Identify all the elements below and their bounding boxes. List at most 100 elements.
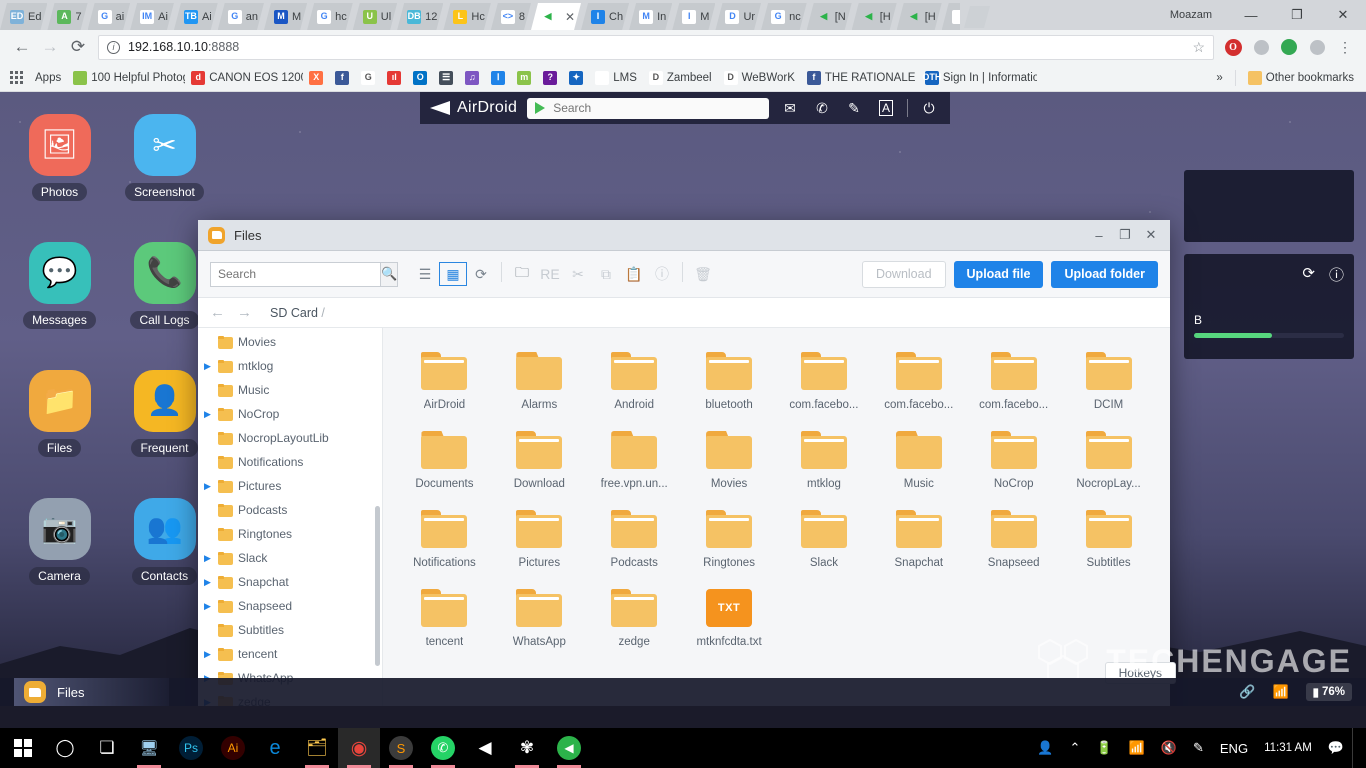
show-desktop-button[interactable] (1352, 728, 1360, 768)
new-tab-button[interactable] (964, 6, 990, 28)
browser-tab[interactable]: TB Ai (174, 3, 218, 30)
call-icon[interactable]: ✆ (811, 100, 833, 117)
browser-tab[interactable]: MM (264, 3, 307, 30)
wifi-icon[interactable]: 📶 (1272, 684, 1288, 700)
tree-node[interactable]: ▶ NocropLayoutLib (198, 426, 382, 450)
folder-item[interactable]: Podcasts (587, 504, 682, 575)
browser-tab[interactable]: M In (629, 3, 672, 30)
browser-tab[interactable]: ◀ [H (852, 3, 897, 30)
note-icon[interactable]: ✎ (843, 100, 865, 117)
files-close-button[interactable]: ✕ (1138, 222, 1164, 248)
taskbar-edge-icon[interactable]: e (254, 728, 296, 768)
taskbar-settings-icon[interactable]: ✾ (506, 728, 548, 768)
browser-tab[interactable]: Ghc (307, 3, 353, 30)
taskbar-sublime-icon[interactable]: S (380, 728, 422, 768)
upload-file-button[interactable]: Upload file (953, 260, 1044, 288)
tree-node[interactable]: ▶ tencent (198, 642, 382, 666)
taskbar-illustrator-icon[interactable]: Ai (212, 728, 254, 768)
folder-item[interactable]: com.facebo... (871, 346, 966, 417)
close-button[interactable]: ✕ (1320, 0, 1366, 30)
folder-item[interactable]: Download (492, 425, 587, 496)
tree-node[interactable]: ▶ Movies (198, 330, 382, 354)
folder-item[interactable]: com.facebo... (777, 346, 872, 417)
taskbar-task-view-icon[interactable]: ❏ (86, 728, 128, 768)
expand-caret-icon[interactable]: ▶ (204, 361, 213, 372)
bookmarks-overflow[interactable]: » (1210, 70, 1228, 86)
bookmark-item[interactable]: O (407, 69, 433, 87)
folder-item[interactable]: Snapchat (871, 504, 966, 575)
files-search-input[interactable] (210, 261, 380, 287)
bookmark-apps[interactable]: Apps (29, 70, 67, 86)
bookmark-item[interactable]: X (303, 69, 329, 87)
home-app-call-logs[interactable]: 📞 Call Logs (125, 242, 204, 329)
tree-node[interactable]: ▶ Music (198, 378, 382, 402)
list-view-icon[interactable]: ☰ (411, 262, 439, 286)
bookmark-item[interactable]: LMS (589, 69, 643, 87)
upload-folder-button[interactable]: Upload folder (1051, 260, 1158, 288)
bookmark-item[interactable]: ? (537, 69, 563, 87)
start-button[interactable] (2, 728, 44, 768)
folder-item[interactable]: Slack (777, 504, 872, 575)
new-folder-icon[interactable]: 🗀 (508, 262, 536, 286)
browser-tab[interactable]: ED Ed (0, 3, 47, 30)
minimize-button[interactable]: — (1228, 0, 1274, 30)
people-icon[interactable]: 👤 (1029, 728, 1061, 768)
power-icon[interactable]: ⏻ (918, 100, 940, 117)
expand-caret-icon[interactable]: ▶ (204, 601, 213, 612)
bookmark-item[interactable]: m (511, 69, 537, 87)
reload-button[interactable]: ⟳ (64, 33, 92, 61)
profile-avatar-icon[interactable] (1304, 34, 1330, 60)
taskbar-chrome-icon[interactable]: ◉ (338, 728, 380, 768)
bookmark-item[interactable]: D Zambeel (643, 69, 718, 87)
files-window-titlebar[interactable]: Files ‒ ❐ ✕ (198, 220, 1170, 251)
breadcrumb-back-button[interactable]: ← (210, 304, 225, 321)
expand-caret-icon[interactable]: ▶ (204, 409, 213, 420)
network-icon[interactable]: 📶 (1121, 728, 1153, 768)
tree-node[interactable]: ▶ Subtitles (198, 618, 382, 642)
browser-tab[interactable]: I Ch (581, 3, 629, 30)
show-hidden-icons-button[interactable]: ⌃ (1062, 728, 1089, 768)
taskbar-photoshop-icon[interactable]: Ps (170, 728, 212, 768)
file-item[interactable]: TXT mtknfcdta.txt (682, 583, 777, 654)
folder-item[interactable]: zedge (587, 583, 682, 654)
forward-button[interactable]: → (36, 33, 64, 61)
browser-tab[interactable]: Gan (218, 3, 264, 30)
tree-node[interactable]: ▶ mtklog (198, 354, 382, 378)
browser-tab[interactable]: ◀ [N (807, 3, 852, 30)
browser-tab[interactable]: ◀ [H (897, 3, 942, 30)
folder-item[interactable]: free.vpn.un... (587, 425, 682, 496)
bookmark-item[interactable]: 100 Helpful Photogra (67, 69, 185, 87)
browser-tab[interactable]: <> 8 (491, 3, 531, 30)
airdroid-search-input[interactable] (553, 101, 761, 115)
tree-node[interactable]: ▶ NoCrop (198, 402, 382, 426)
tree-node[interactable]: ▶ Podcasts (198, 498, 382, 522)
folder-item[interactable]: tencent (397, 583, 492, 654)
home-app-camera[interactable]: 📷 Camera (20, 498, 99, 585)
apps-icon[interactable]: A (875, 100, 897, 116)
home-app-screenshot[interactable]: ✂ Screenshot (125, 114, 204, 201)
download-button[interactable]: Download (861, 260, 946, 288)
files-minimize-button[interactable]: ‒ (1086, 222, 1112, 248)
site-info-icon[interactable]: i (107, 40, 120, 54)
folder-item[interactable]: DCIM (1061, 346, 1156, 417)
bookmark-item[interactable]: ☰ (433, 69, 459, 87)
breadcrumb-path[interactable]: SD Card / (270, 306, 325, 320)
browser-tab[interactable]: Gai (88, 3, 131, 30)
files-maximize-button[interactable]: ❐ (1112, 222, 1138, 248)
folder-item[interactable]: Android (587, 346, 682, 417)
expand-caret-icon[interactable]: ▶ (204, 649, 213, 660)
taskbar-file-explorer-icon[interactable]: 🗂 (296, 728, 338, 768)
folder-item[interactable]: Snapseed (966, 504, 1061, 575)
browser-tab[interactable]: A7 (47, 3, 87, 30)
bookmark-item[interactable]: OTH Sign In | Information (919, 69, 1037, 87)
folder-item[interactable]: Subtitles (1061, 504, 1156, 575)
pen-icon[interactable]: ✎ (1185, 728, 1212, 768)
bookmark-item[interactable]: G (355, 69, 381, 87)
statusbar-files-item[interactable]: Files (14, 678, 169, 706)
tab-close-icon[interactable]: ✕ (565, 10, 575, 24)
folder-item[interactable]: Movies (682, 425, 777, 496)
clock[interactable]: 11:31 AM (1256, 742, 1320, 754)
breadcrumb-forward-button[interactable]: → (237, 304, 252, 321)
grammarly-icon[interactable] (1276, 34, 1302, 60)
address-bar[interactable]: i 192.168.10.10:8888 ☆ (98, 34, 1214, 60)
